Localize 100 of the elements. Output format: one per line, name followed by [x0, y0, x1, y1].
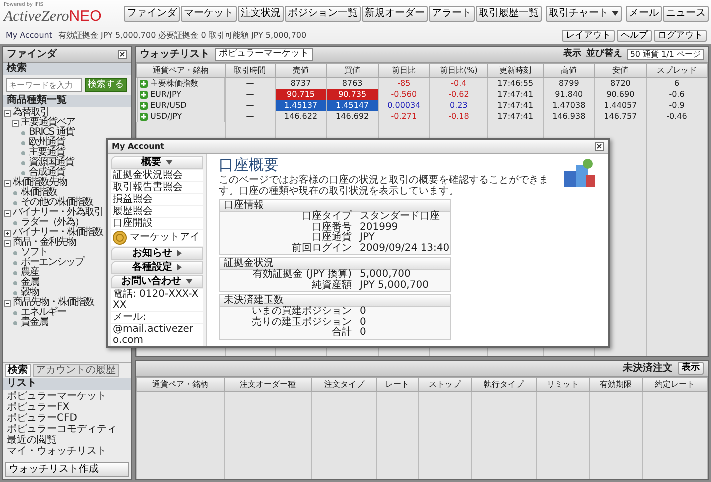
tree-item[interactable]: バイナリー・株価指数 — [13, 228, 103, 238]
nav-section-header[interactable]: 概要 — [111, 156, 203, 169]
sort-label: 並び替え — [586, 49, 622, 60]
page-select[interactable]: 50 通貨 1/1 ページ — [627, 48, 704, 60]
collapse-icon[interactable] — [4, 240, 11, 246]
table-cell: 146.692 — [326, 111, 378, 122]
collapse-icon[interactable] — [12, 120, 19, 126]
nav-link[interactable]: 口座開設 — [111, 218, 203, 229]
nav-link[interactable]: 履歴照会 — [111, 206, 203, 217]
column-header[interactable]: 有効期限 — [590, 378, 643, 392]
collapse-icon[interactable] — [4, 300, 11, 306]
tree-item[interactable]: 資源国通貨 — [29, 158, 74, 168]
account-link[interactable]: My Account — [6, 31, 52, 41]
collapse-icon[interactable] — [4, 180, 11, 186]
instrument-name[interactable]: USD/JPY — [150, 112, 182, 122]
logo-suffix: NEO — [69, 8, 102, 26]
nav-button[interactable]: 注文状況 — [238, 6, 284, 22]
column-header[interactable]: 安値 — [594, 64, 646, 78]
tab[interactable]: アカウントの履歴 — [33, 364, 119, 377]
menu-button[interactable]: 取引チャート — [546, 6, 622, 22]
nav-button[interactable]: 新規オーダー — [362, 6, 428, 22]
tree-item[interactable]: ボーエンシップ — [21, 258, 84, 268]
tree-item[interactable]: BRICS 通貨 — [29, 128, 74, 138]
nav-button[interactable]: アラート — [428, 6, 475, 22]
nav-link[interactable]: 取引報告書照会 — [111, 182, 203, 193]
nav-section-header[interactable]: お知らせ — [111, 247, 203, 260]
tree-item[interactable]: 貴金属 — [21, 318, 48, 328]
column-header[interactable]: 通貨ペア・銘柄 — [136, 378, 224, 392]
column-header[interactable]: レート — [376, 378, 418, 392]
tree-item[interactable]: 農産 — [21, 268, 39, 278]
tree-item[interactable]: 主要通貨ペア — [21, 118, 75, 128]
column-header[interactable]: 前日比(%) — [430, 64, 488, 78]
column-header[interactable]: 買値 — [326, 64, 378, 78]
collapse-icon[interactable] — [4, 110, 11, 116]
utility-button[interactable]: レイアウト — [562, 30, 615, 42]
tree-item[interactable]: その他の株価指数 — [21, 198, 93, 208]
tree-item[interactable]: 穀物 — [21, 288, 39, 298]
column-header[interactable]: 通貨ペア・銘柄 — [136, 64, 226, 78]
nav-button[interactable]: 取引履歴一覧 — [476, 6, 542, 22]
nav-button[interactable]: マーケット — [180, 6, 237, 22]
list-item[interactable]: ポピュラーマーケット — [7, 391, 127, 402]
tree-item[interactable]: 株価指数先物 — [13, 178, 67, 188]
tree-item[interactable]: 欧州通貨 — [29, 138, 65, 148]
collapse-icon[interactable] — [4, 210, 11, 216]
tree-item[interactable]: 商品先物・株価指数 — [13, 298, 94, 308]
nav-button[interactable]: メール — [626, 6, 662, 22]
column-header[interactable]: ストップ — [418, 378, 472, 392]
nav-button[interactable]: ニュース — [663, 6, 709, 22]
tab[interactable]: 検索 — [5, 364, 31, 377]
nav-section-header[interactable]: お問い合わせ — [111, 275, 203, 288]
tree-item[interactable]: 合成通貨 — [29, 168, 65, 178]
list-item[interactable]: ポピュラーコモディティ — [7, 424, 127, 435]
column-header[interactable]: スプレッド — [646, 64, 708, 78]
column-header[interactable]: 注文タイプ — [312, 378, 377, 392]
column-header[interactable]: 執行タイプ — [472, 378, 536, 392]
column-header[interactable]: 取引時間 — [225, 64, 276, 78]
section-title: 検索 — [3, 63, 131, 75]
tree-item[interactable]: 金属 — [21, 278, 39, 288]
table-cell: — — [225, 89, 276, 100]
column-header[interactable]: 前日比 — [378, 64, 430, 78]
instrument-name[interactable]: EUR/JPY — [150, 90, 182, 100]
list-item[interactable]: ポピュラーCFD — [7, 413, 127, 424]
contact-text: @mail.activezero.com — [111, 324, 203, 346]
nav-button[interactable]: ファインダ — [124, 6, 180, 22]
column-header[interactable]: 更新時刻 — [488, 64, 544, 78]
utility-button[interactable]: ログアウト — [654, 30, 707, 42]
tree-item[interactable]: 為替取引 — [13, 108, 49, 118]
column-header[interactable]: 売値 — [275, 64, 327, 78]
nav-link[interactable]: 損益照会 — [111, 194, 203, 205]
list-item[interactable]: ポピュラーFX — [7, 402, 127, 413]
card-title: 未決済建玉数 — [220, 295, 450, 307]
market-dropdown[interactable]: ポピュラーマーケット — [215, 48, 313, 61]
tree-item[interactable]: 株価指数 — [21, 188, 57, 198]
search-button[interactable]: 検索する — [85, 78, 127, 92]
nav-section-header[interactable]: 各種設定 — [111, 261, 203, 274]
tree-item[interactable]: ソフト — [21, 248, 48, 258]
list-item[interactable]: 最近の閲覧 — [7, 435, 127, 446]
utility-button[interactable]: ヘルプ — [617, 30, 652, 42]
tree-item[interactable]: 主要通貨 — [29, 148, 65, 158]
intro-text: このページではお客様の口座の状況と取引の概要を確認することができます。口座の種類や現在の取引状況を表示しています。 — [219, 175, 550, 197]
nav-link[interactable]: 証拠金状況照会 — [111, 170, 203, 181]
column-header[interactable]: リミット — [536, 378, 590, 392]
search-field[interactable]: キーワードを入力 — [6, 78, 82, 92]
leaf-dot-icon — [12, 260, 19, 266]
dialog-title: My Account — [112, 142, 164, 152]
nav-button[interactable]: ポジション一覧 — [284, 6, 361, 22]
leaf-dot-icon — [12, 280, 19, 286]
expand-icon[interactable] — [4, 230, 11, 236]
column-header[interactable]: 注文オーダー種 — [224, 378, 312, 392]
tree-item[interactable]: バイナリー・外為取引 — [13, 208, 103, 218]
column-header[interactable]: 高値 — [543, 64, 595, 78]
tree-item[interactable]: ラダー（外為） — [21, 218, 84, 228]
instrument-name[interactable]: EUR/USD — [150, 100, 187, 110]
tree-item[interactable]: 商品・金利先物 — [13, 238, 76, 248]
list-item[interactable]: マイ・ウォッチリスト — [7, 446, 127, 457]
view-button[interactable]: 表示 — [678, 362, 704, 375]
create-watchlist-button[interactable]: ウォッチリスト作成 — [5, 462, 129, 477]
tree-item[interactable]: エネルギー — [21, 308, 66, 318]
instrument-name[interactable]: 主要株価指数 — [150, 78, 198, 88]
column-header[interactable]: 約定レート — [642, 378, 708, 392]
